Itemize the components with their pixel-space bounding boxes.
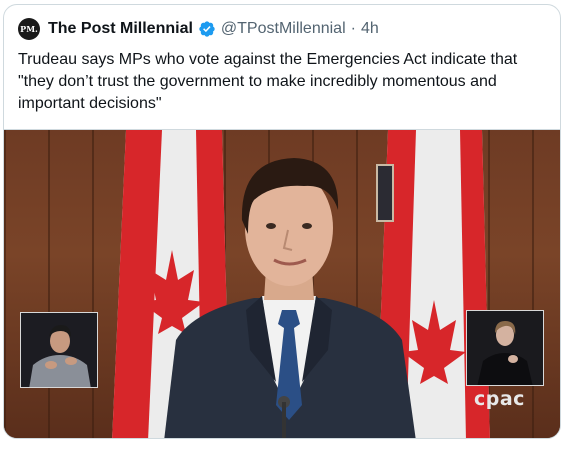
interpreter-inset-right [466,310,544,386]
timestamp[interactable]: 4h [361,19,379,39]
tweet-card[interactable]: PM. The Post Millennial @TPostMillennial… [3,4,561,439]
tweet-header: PM. The Post Millennial @TPostMillennial… [18,18,548,40]
avatar[interactable]: PM. [18,18,40,40]
speaker-figure [164,158,416,438]
handle[interactable]: @TPostMillennial [221,19,346,39]
display-name[interactable]: The Post Millennial [48,19,193,39]
verified-badge-icon [199,21,215,37]
separator: · [350,20,356,37]
tweet-video[interactable]: cpac [4,129,560,438]
tweet-text: Trudeau says MPs who vote against the Em… [18,51,518,112]
cpac-watermark: cpac [474,388,525,410]
interpreter-inset-left [20,312,98,388]
microphone-stand [282,402,286,438]
